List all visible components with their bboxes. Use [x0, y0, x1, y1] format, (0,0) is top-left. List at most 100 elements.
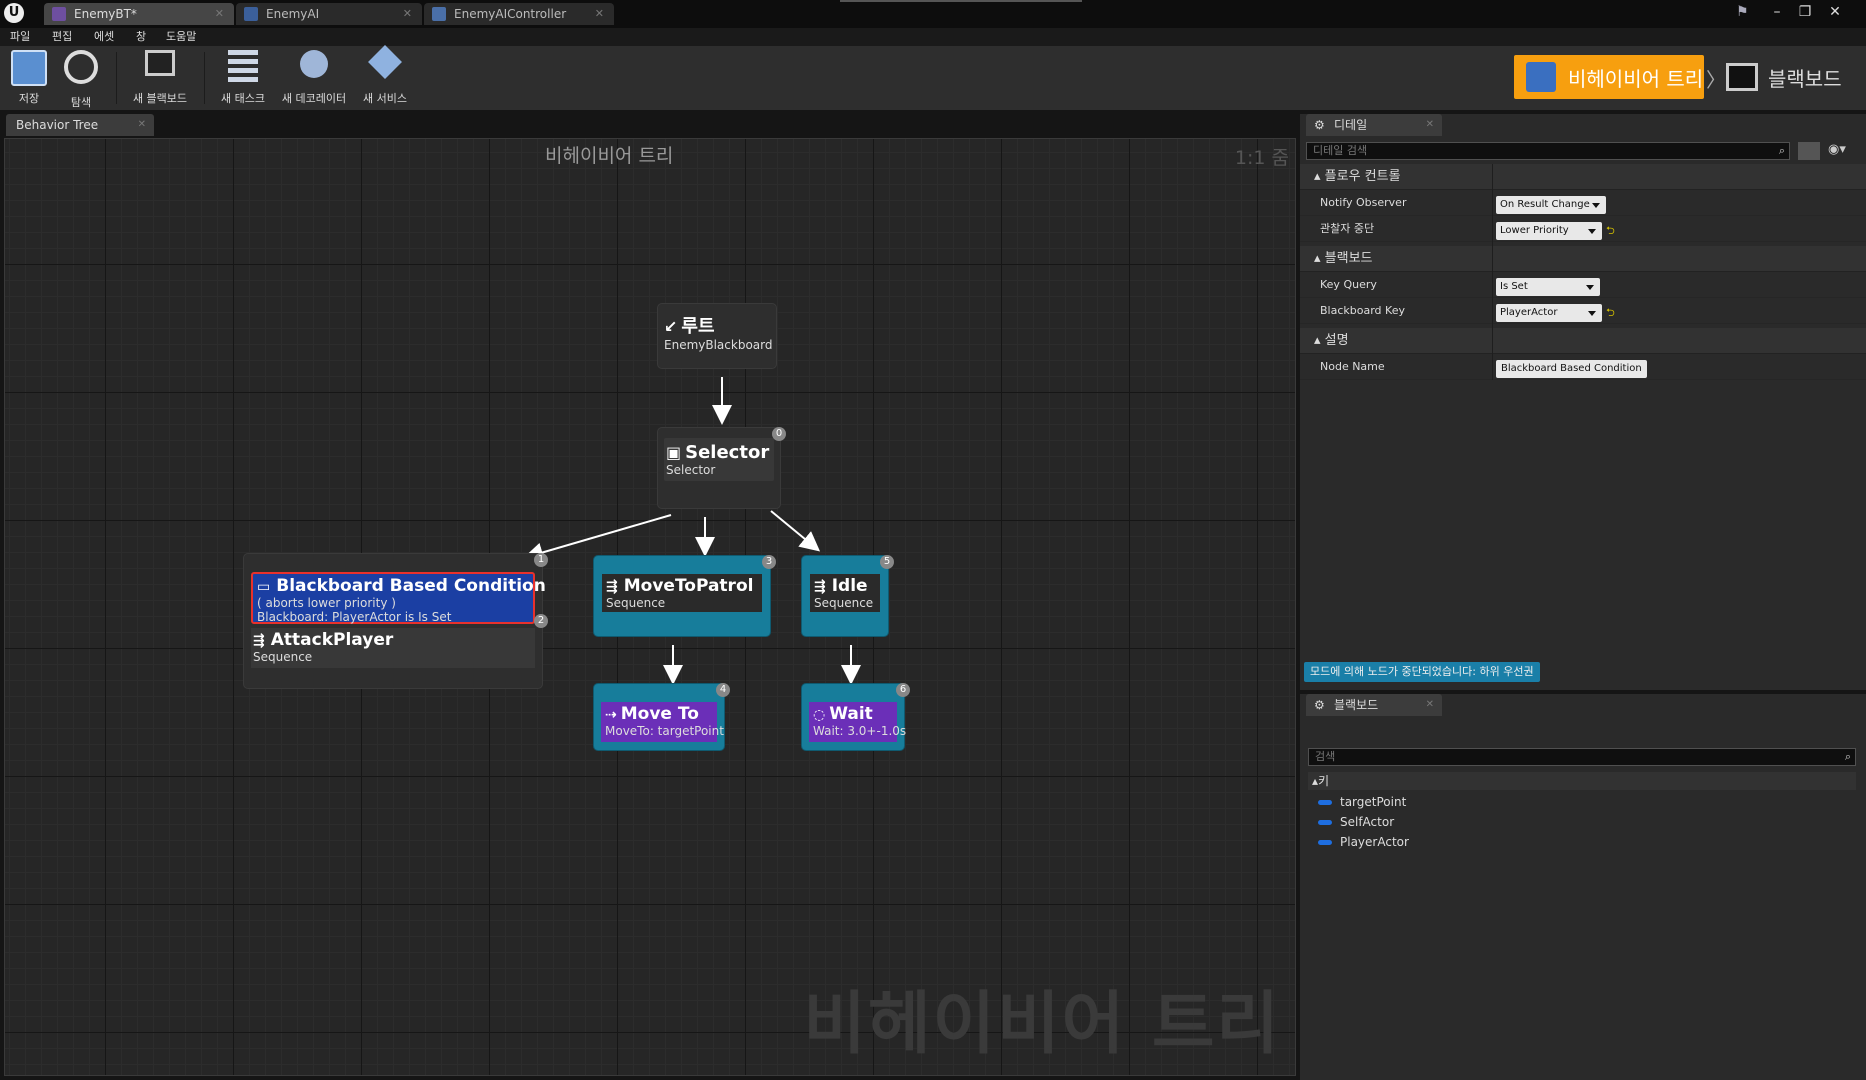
selector-title: Selector	[685, 442, 770, 463]
eye-visibility-icon[interactable]: ◉▾	[1828, 142, 1846, 157]
selector-subtitle: Selector	[666, 463, 716, 477]
tab-enemyai[interactable]: EnemyAI ✕	[236, 3, 422, 25]
new-task-button[interactable]: 새 태스크	[214, 50, 272, 106]
moveto-body: ⇢ Move To MoveTo: targetPoint	[601, 702, 724, 742]
save-label: 저장	[18, 92, 40, 105]
blueprint-icon	[432, 7, 446, 21]
browse-button[interactable]: 탐색	[58, 50, 104, 110]
tab-enemyaicontroller[interactable]: EnemyAIController ✕	[424, 3, 614, 25]
menu-asset[interactable]: 에셋	[94, 28, 114, 46]
restore-button[interactable]: ❐	[1792, 2, 1818, 22]
blackboard-key-dropdown[interactable]: PlayerActor	[1496, 304, 1602, 322]
idle-title-row: ⇶ Idle	[814, 576, 876, 596]
behavior-tree-graph[interactable]: 비헤이비어 트리 1:1 줌 ↙ 루트 EnemyBlackboard ▣ Sele…	[4, 138, 1296, 1076]
wait-title: Wait	[829, 704, 873, 724]
key-label: PlayerActor	[1340, 835, 1409, 849]
execution-index-badge: 0	[772, 427, 786, 441]
close-tab-icon[interactable]: ✕	[403, 7, 412, 20]
selector-title-row: ▣ Selector	[666, 442, 772, 463]
blackboard-search-placeholder: 검색	[1315, 750, 1336, 763]
object-key-icon	[1318, 840, 1332, 845]
chevron-right-icon: 〉	[1706, 68, 1726, 92]
blackboard-key-item[interactable]: targetPoint	[1318, 792, 1409, 812]
execution-index-badge: 6	[896, 683, 910, 697]
blackboard-tab-label: 블랙보드	[1334, 698, 1379, 712]
new-service-icon	[368, 45, 402, 79]
keys-category[interactable]: ▴키	[1308, 772, 1856, 790]
decorator-abort-line: ( aborts lower priority )	[257, 596, 396, 610]
observer-aborts-dropdown[interactable]: Lower Priority	[1496, 222, 1602, 240]
blackboard-key-item[interactable]: PlayerActor	[1318, 832, 1409, 852]
close-tab-icon[interactable]: ✕	[138, 114, 146, 136]
unreal-logo[interactable]: U	[4, 3, 24, 23]
execution-index-badge: 2	[534, 614, 548, 628]
blackboard-tab[interactable]: ⚙ 블랙보드 ✕	[1306, 694, 1442, 716]
blackboard-mode-label: 블랙보드	[1768, 66, 1842, 91]
key-query-label: Key Query	[1320, 278, 1377, 291]
reset-to-default-icon[interactable]: ⮌	[1606, 304, 1615, 323]
menu-file[interactable]: 파일	[10, 28, 30, 46]
menu-help[interactable]: 도움말	[166, 28, 196, 46]
behavior-tree-mode-button[interactable]: 비헤이비어 트리	[1514, 55, 1704, 99]
moveto-task-node[interactable]: ⇢ Move To MoveTo: targetPoint 4	[593, 683, 730, 751]
close-window-button[interactable]: ✕	[1822, 2, 1848, 22]
idle-node[interactable]: ⇶ Idle Sequence 5	[801, 555, 894, 637]
category-blackboard-label: 블랙보드	[1324, 251, 1373, 266]
graph-tab[interactable]: Behavior Tree ✕	[6, 114, 154, 136]
root-node[interactable]: ↙ 루트 EnemyBlackboard	[657, 303, 777, 369]
blackboard-key-item[interactable]: SelfActor	[1318, 812, 1409, 832]
observer-aborts-label: 관찰자 중단	[1320, 222, 1375, 235]
root-title: 루트	[681, 316, 715, 337]
node-name-input[interactable]: Blackboard Based Condition	[1496, 360, 1647, 378]
close-tab-icon[interactable]: ✕	[1426, 694, 1434, 716]
property-matrix-icon[interactable]	[1798, 142, 1820, 160]
wait-body: ◌ Wait Wait: 3.0+-1.0s	[809, 702, 906, 742]
new-service-button[interactable]: 새 서비스	[356, 45, 414, 106]
save-icon	[11, 50, 47, 86]
details-search-input[interactable]: 디테일 검색 ⌕	[1306, 142, 1790, 160]
blackboard-mode-button[interactable]: 블랙보드	[1726, 55, 1866, 99]
details-search-placeholder: 디테일 검색	[1313, 144, 1368, 157]
movetopatrol-title-row: ⇶ MoveToPatrol	[606, 576, 758, 596]
movetopatrol-body: ⇶ MoveToPatrol Sequence	[602, 574, 762, 612]
close-tab-icon[interactable]: ✕	[595, 7, 604, 20]
menu-edit[interactable]: 편집	[52, 28, 72, 46]
movetopatrol-node[interactable]: ⇶ MoveToPatrol Sequence 3	[593, 555, 776, 637]
reset-to-default-icon[interactable]: ⮌	[1606, 222, 1615, 241]
new-decorator-button[interactable]: 새 데코레이터	[278, 50, 350, 106]
moveto-subtitle: MoveTo: targetPoint	[605, 724, 724, 738]
attackplayer-node[interactable]: ▭ Blackboard Based Condition ( aborts low…	[243, 553, 548, 689]
sequence-icon: ⇶	[814, 579, 826, 595]
toolbar-separator	[116, 52, 117, 104]
blackboard-key-list: targetPoint SelfActor PlayerActor	[1318, 792, 1409, 852]
selector-body: ▣ Selector Selector	[664, 438, 774, 481]
wait-task-node[interactable]: ◌ Wait Wait: 3.0+-1.0s 6	[801, 683, 910, 751]
notify-observer-dropdown[interactable]: On Result Change	[1496, 196, 1606, 214]
close-tab-icon[interactable]: ✕	[1426, 114, 1434, 136]
save-button[interactable]: 저장	[8, 50, 50, 106]
close-tab-icon[interactable]: ✕	[215, 7, 224, 20]
minimize-button[interactable]: –	[1764, 2, 1790, 22]
browse-label: 탐색	[70, 96, 92, 109]
attackplayer-subtitle: Sequence	[253, 650, 313, 664]
key-query-dropdown[interactable]: Is Set	[1496, 278, 1600, 296]
category-description[interactable]: ▴ 설명	[1300, 328, 1866, 354]
selector-node[interactable]: ▣ Selector Selector 0	[657, 427, 786, 509]
blackboard-search-input[interactable]: 검색 ⌕	[1308, 748, 1856, 766]
node-name-label: Node Name	[1320, 360, 1385, 373]
blackboard-condition-decorator[interactable]: ▭ Blackboard Based Condition ( aborts low…	[251, 572, 546, 624]
magnifier-icon	[64, 50, 98, 84]
sequence-icon: ⇶	[253, 633, 265, 649]
details-tab[interactable]: ⚙ 디테일 ✕	[1306, 114, 1442, 136]
category-blackboard[interactable]: ▴ 블랙보드	[1300, 246, 1866, 272]
behavior-tree-icon	[52, 7, 66, 21]
feedback-icon[interactable]: ⚑	[1736, 4, 1749, 20]
tab-label: EnemyAIController	[454, 7, 567, 21]
search-icon: ⌕	[1844, 750, 1851, 763]
graph-watermark: 비헤이비어 트리	[803, 985, 1281, 1064]
category-flow-control[interactable]: ▴ 플로우 컨트롤	[1300, 164, 1866, 190]
menu-window[interactable]: 창	[136, 28, 146, 46]
new-blackboard-button[interactable]: 새 블랙보드	[124, 50, 196, 106]
tab-enemybt[interactable]: EnemyBT* ✕	[44, 3, 234, 25]
tab-label: EnemyAI	[266, 7, 320, 21]
